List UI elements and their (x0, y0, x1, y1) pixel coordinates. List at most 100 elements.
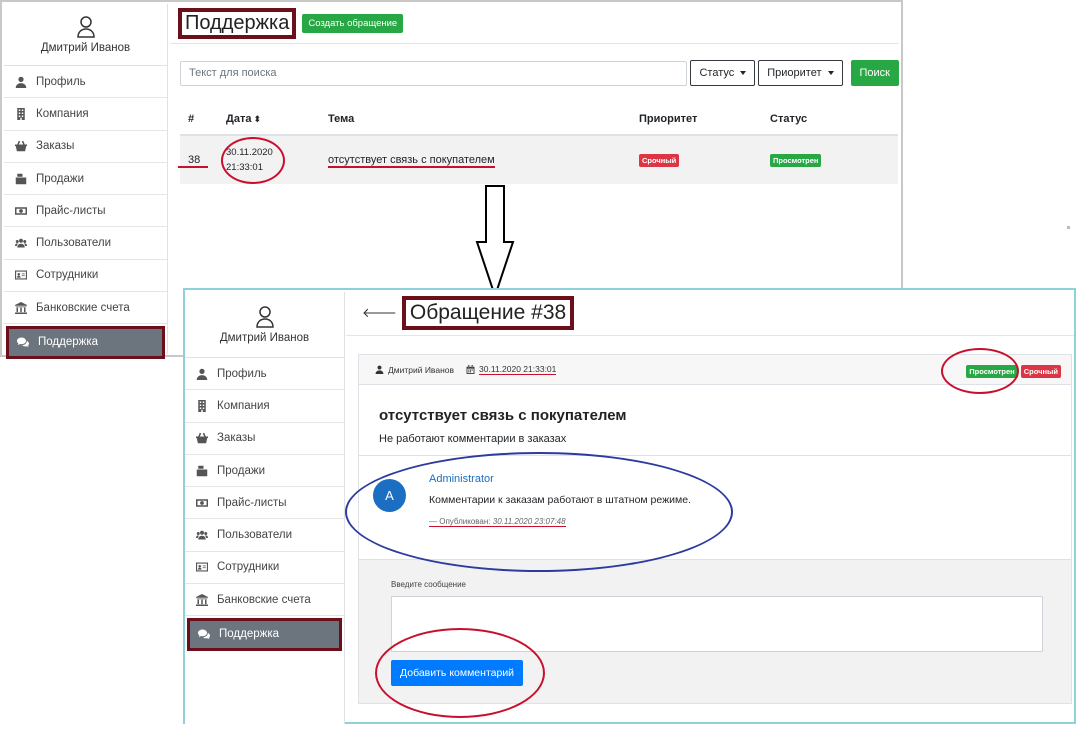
caret-down-icon (740, 71, 747, 75)
user-icon (195, 368, 209, 380)
basket-icon (14, 140, 28, 152)
tickets-table: # Дата ⬍ Тема Приоритет Статус 38 30.11.2… (180, 104, 898, 184)
create-ticket-button[interactable]: Создать обращение (302, 14, 404, 33)
calendar-icon (466, 365, 475, 374)
priority-badge: Срочный (639, 153, 680, 167)
col-date[interactable]: Дата ⬍ (226, 113, 328, 125)
table-header: # Дата ⬍ Тема Приоритет Статус (180, 104, 898, 136)
sidebar-item-employees[interactable]: Сотрудники (4, 260, 167, 293)
status-badge: Просмотрен (770, 153, 822, 167)
sidebar-item-orders[interactable]: Заказы (4, 131, 167, 163)
money-bill-icon (195, 497, 209, 509)
ticket-description: Не работают комментарии в заказах (379, 433, 567, 445)
sidebar-item-label: Сотрудники (217, 561, 280, 574)
comment-ellipse-annotation (345, 452, 733, 572)
sidebar-item-company[interactable]: Компания (185, 390, 344, 423)
user-icon (375, 365, 384, 374)
filter-toolbar: Статус Приоритет Поиск (170, 44, 899, 86)
number-underline-annotation (178, 166, 208, 168)
date-circle-annotation (221, 137, 285, 184)
sidebar-item-label: Банковские счета (36, 301, 130, 314)
user-name: Дмитрий Иванов (219, 331, 310, 344)
ticket-datetime: 30.11.2020 21:33:01 (479, 364, 557, 375)
sort-icon: ⬍ (253, 114, 262, 124)
page-title: Обращение #38 (401, 295, 575, 330)
sidebar-item-label: Заказы (36, 140, 75, 153)
sidebar-item-profile[interactable]: Профиль (185, 358, 344, 391)
ticket-subject: отсутствует связь с покупателем (379, 407, 627, 424)
sidebar-item-label: Заказы (217, 432, 256, 445)
add-button-circle-annotation (375, 628, 545, 718)
user-name: Дмитрий Иванов (40, 41, 131, 54)
sidebar: Дмитрий Иванов Профиль Компания Заказы П… (185, 292, 345, 724)
sidebar-item-label: Поддержка (38, 336, 98, 349)
ticket-author: Дмитрий Иванов (375, 365, 454, 375)
back-arrow-icon[interactable]: 🡐 (362, 305, 397, 321)
search-button[interactable]: Поиск (850, 60, 899, 86)
user-block[interactable]: Дмитрий Иванов (4, 4, 167, 66)
user-outline-icon (76, 15, 95, 38)
page-header: Поддержка Создать обращение (170, 4, 899, 44)
money-bill-icon (14, 205, 28, 217)
sidebar-item-label: Прайс-листы (36, 204, 106, 217)
user-block[interactable]: Дмитрий Иванов (185, 292, 344, 358)
sidebar-item-users[interactable]: Пользователи (185, 519, 344, 552)
sidebar-item-sales[interactable]: Продажи (185, 455, 344, 488)
sidebar-item-support[interactable]: Поддержка (6, 326, 165, 359)
bank-icon (14, 302, 28, 314)
table-row[interactable]: 38 30.11.2020 21:33:01 отсутствует связь … (180, 136, 898, 184)
caret-down-icon (827, 71, 834, 75)
comments-icon (197, 628, 211, 640)
users-icon (14, 237, 28, 249)
ticket-author-name: Дмитрий Иванов (388, 364, 455, 375)
sidebar-item-label: Пользователи (217, 529, 293, 542)
down-arrow-icon (475, 185, 515, 300)
building-icon (14, 108, 28, 120)
col-subject: Тема (328, 113, 355, 125)
id-card-icon (14, 269, 28, 281)
ticket-subject-link[interactable]: отсутствует связь с покупателем (328, 154, 495, 168)
sidebar-item-label: Профиль (217, 367, 267, 380)
cell-status: Просмотрен (770, 153, 898, 167)
sidebar-item-sales[interactable]: Продажи (4, 163, 167, 196)
building-icon (195, 400, 209, 412)
sidebar-item-bank-accounts[interactable]: Банковские счета (185, 584, 344, 617)
sidebar-item-users[interactable]: Пользователи (4, 227, 167, 260)
sidebar-item-label: Продажи (217, 464, 266, 477)
col-status: Статус (770, 113, 808, 125)
priority-dropdown[interactable]: Приоритет (758, 60, 843, 86)
bank-icon (195, 594, 209, 606)
reply-label: Введите сообщение (391, 580, 466, 589)
sidebar-item-label: Профиль (36, 75, 86, 88)
sidebar-item-label: Сотрудники (36, 269, 99, 282)
search-input[interactable] (180, 60, 688, 86)
col-date-label: Дата (226, 113, 252, 125)
cell-subject: отсутствует связь с покупателем (328, 154, 639, 168)
sidebar-item-support[interactable]: Поддержка (187, 618, 342, 651)
sidebar-item-label: Банковские счета (217, 593, 311, 606)
ticket-date: 30.11.2020 21:33:01 (466, 364, 557, 375)
sidebar-item-bank-accounts[interactable]: Банковские счета (4, 292, 167, 325)
sidebar-item-label: Продажи (36, 172, 85, 185)
comments-icon (16, 336, 30, 348)
sidebar-item-label: Поддержка (219, 628, 279, 641)
id-card-icon (195, 561, 209, 573)
sidebar: Дмитрий Иванов Профиль Компания Заказы П… (4, 4, 168, 359)
col-num: # (188, 113, 195, 125)
sidebar-item-orders[interactable]: Заказы (185, 423, 344, 455)
col-priority: Приоритет (639, 113, 698, 125)
status-dropdown[interactable]: Статус (690, 60, 756, 86)
sidebar-item-profile[interactable]: Профиль (4, 66, 167, 99)
sidebar-item-label: Компания (36, 107, 89, 120)
sidebar-item-employees[interactable]: Сотрудники (185, 552, 344, 585)
sidebar-item-price-lists[interactable]: Прайс-листы (4, 195, 167, 228)
user-outline-icon (255, 305, 274, 328)
user-icon (14, 76, 28, 88)
ticket-number: 38 (188, 154, 201, 166)
cash-register-icon (195, 465, 209, 477)
sidebar-item-price-lists[interactable]: Прайс-листы (185, 487, 344, 520)
cash-register-icon (14, 173, 28, 185)
basket-icon (195, 432, 209, 444)
users-icon (195, 529, 209, 541)
sidebar-item-company[interactable]: Компания (4, 98, 167, 131)
